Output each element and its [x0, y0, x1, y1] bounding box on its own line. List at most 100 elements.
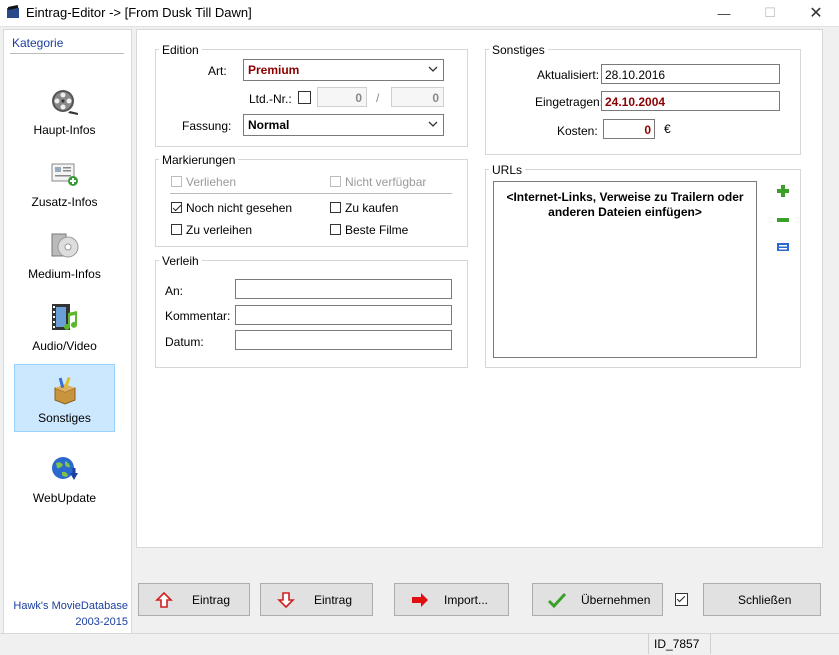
edition-title: Edition — [159, 43, 202, 57]
globe-download-icon — [52, 457, 78, 480]
window-title: Eintrag-Editor -> [From Dusk Till Dawn] — [26, 5, 252, 20]
eintrag-up-button[interactable]: Eintrag — [138, 583, 250, 616]
fassung-select[interactable]: Normal — [243, 114, 444, 136]
sidebar-item-label: Haupt-Infos — [33, 123, 96, 137]
remove-url-icon[interactable] — [776, 213, 790, 227]
noch-nicht-gesehen-label: Noch nicht gesehen — [186, 201, 293, 215]
ltd-label: Ltd.-Nr.: — [249, 92, 292, 106]
sidebar-item-medium-infos[interactable]: Medium-Infos — [14, 224, 115, 292]
kosten-field[interactable]: 0 — [603, 119, 655, 139]
brand-years: 2003-2015 — [75, 616, 128, 628]
sidebar-item-haupt-infos[interactable]: Haupt-Infos — [14, 80, 115, 148]
eingetragen-field[interactable]: 24.10.2004 — [601, 91, 780, 111]
nicht-verfuegbar-label: Nicht verfügbar — [345, 175, 427, 189]
eintrag-up-label: Eintrag — [192, 593, 231, 607]
noch-nicht-gesehen-checkbox[interactable] — [171, 202, 182, 213]
fassung-value: Normal — [248, 118, 290, 132]
kommentar-label: Kommentar: — [165, 309, 231, 323]
film-reel-icon — [52, 90, 78, 115]
ltd-number-value: 0 — [355, 91, 362, 105]
sidebar-item-sonstiges[interactable]: Sonstiges — [14, 364, 115, 432]
app-icon — [7, 5, 19, 18]
status-bar — [0, 633, 839, 655]
sidebar-item-label: Sonstiges — [38, 411, 91, 425]
kosten-value: 0 — [644, 123, 651, 137]
add-url-icon[interactable] — [776, 184, 790, 198]
edit-url-icon[interactable] — [775, 240, 791, 254]
art-select[interactable]: Premium — [243, 59, 444, 81]
schliessen-button[interactable]: Schließen — [703, 583, 821, 616]
checkmark-icon — [547, 592, 567, 609]
arrow-right-icon — [412, 593, 428, 607]
sidebar-item-label: WebUpdate — [32, 491, 97, 505]
sidebar-item-label: Zusatz-Infos — [31, 195, 98, 209]
minimize-button[interactable]: — — [701, 0, 747, 26]
sidebar-item-label: Audio/Video — [32, 339, 97, 353]
nicht-verfuegbar-checkbox — [330, 176, 341, 187]
fassung-label: Fassung: — [182, 119, 232, 133]
disc-icon — [51, 233, 79, 258]
arrow-up-icon — [155, 591, 173, 608]
markierungen-divider — [170, 193, 452, 194]
title-bar: Eintrag-Editor -> [From Dusk Till Dawn] … — [0, 0, 839, 27]
art-label: Art: — [208, 64, 227, 78]
aktualisiert-field[interactable]: 28.10.2016 — [601, 64, 780, 84]
eingetragen-value: 24.10.2004 — [605, 95, 666, 109]
verliehen-label: Verliehen — [186, 175, 237, 189]
close-button[interactable]: ✕ — [793, 0, 839, 26]
an-input[interactable] — [235, 279, 452, 299]
uebernehmen-label: Übernehmen — [581, 593, 651, 607]
urls-title: URLs — [489, 163, 526, 177]
eingetragen-label: Eingetragen: — [535, 95, 604, 109]
verleih-title: Verleih — [159, 254, 202, 268]
box-icon — [54, 376, 76, 405]
info-card-icon — [51, 163, 78, 186]
ltd-total-value: 0 — [432, 91, 439, 105]
maximize-button: ☐ — [764, 5, 776, 20]
ltd-number-field: 0 — [317, 87, 367, 107]
zu-verleihen-label: Zu verleihen — [186, 223, 253, 237]
datum-label: Datum: — [165, 335, 204, 349]
kommentar-input[interactable] — [235, 305, 452, 325]
sidebar-item-webupdate[interactable]: WebUpdate — [14, 448, 115, 516]
datum-input[interactable] — [235, 330, 452, 350]
sidebar-item-zusatz-infos[interactable]: Zusatz-Infos — [14, 152, 115, 220]
brand-name: Hawk's MovieDatabase — [13, 600, 128, 612]
urls-list[interactable]: <Internet-Links, Verweise zu Trailern od… — [493, 181, 757, 358]
status-divider — [710, 633, 711, 654]
arrow-down-icon — [277, 592, 295, 609]
markierungen-title: Markierungen — [159, 153, 239, 167]
ltd-separator: / — [376, 91, 380, 105]
aktualisiert-value: 28.10.2016 — [605, 68, 666, 82]
eintrag-down-label: Eintrag — [314, 593, 353, 607]
keep-open-checkbox[interactable] — [675, 593, 688, 606]
ltd-checkbox[interactable] — [298, 91, 311, 104]
schliessen-label: Schließen — [738, 593, 792, 607]
uebernehmen-button[interactable]: Übernehmen — [532, 583, 663, 616]
status-id: ID_7857 — [654, 637, 700, 651]
eintrag-down-button[interactable]: Eintrag — [260, 583, 373, 616]
ltd-total-field: 0 — [391, 87, 444, 107]
sidebar-divider — [10, 53, 124, 54]
chevron-down-icon — [428, 66, 438, 72]
sonstiges-title: Sonstiges — [489, 43, 548, 57]
currency-symbol: € — [664, 122, 671, 136]
status-divider — [648, 633, 649, 654]
beste-filme-label: Beste Filme — [345, 223, 409, 237]
filmstrip-music-icon — [52, 304, 77, 330]
kosten-label: Kosten: — [557, 124, 598, 138]
chevron-down-icon — [428, 121, 438, 127]
zu-kaufen-label: Zu kaufen — [345, 201, 399, 215]
import-label: Import... — [444, 593, 489, 607]
sidebar-item-label: Medium-Infos — [28, 267, 101, 281]
zu-verleihen-checkbox[interactable] — [171, 224, 182, 235]
verliehen-checkbox — [171, 176, 182, 187]
aktualisiert-label: Aktualisiert: — [537, 68, 600, 82]
import-button[interactable]: Import... — [394, 583, 509, 616]
category-sidebar: Kategorie Haupt-Infos Zusatz-Infos Mediu… — [3, 29, 132, 635]
zu-kaufen-checkbox[interactable] — [330, 202, 341, 213]
beste-filme-checkbox[interactable] — [330, 224, 341, 235]
sidebar-item-audio-video[interactable]: Audio/Video — [14, 296, 115, 364]
art-value: Premium — [248, 63, 300, 77]
sidebar-heading: Kategorie — [12, 36, 64, 50]
